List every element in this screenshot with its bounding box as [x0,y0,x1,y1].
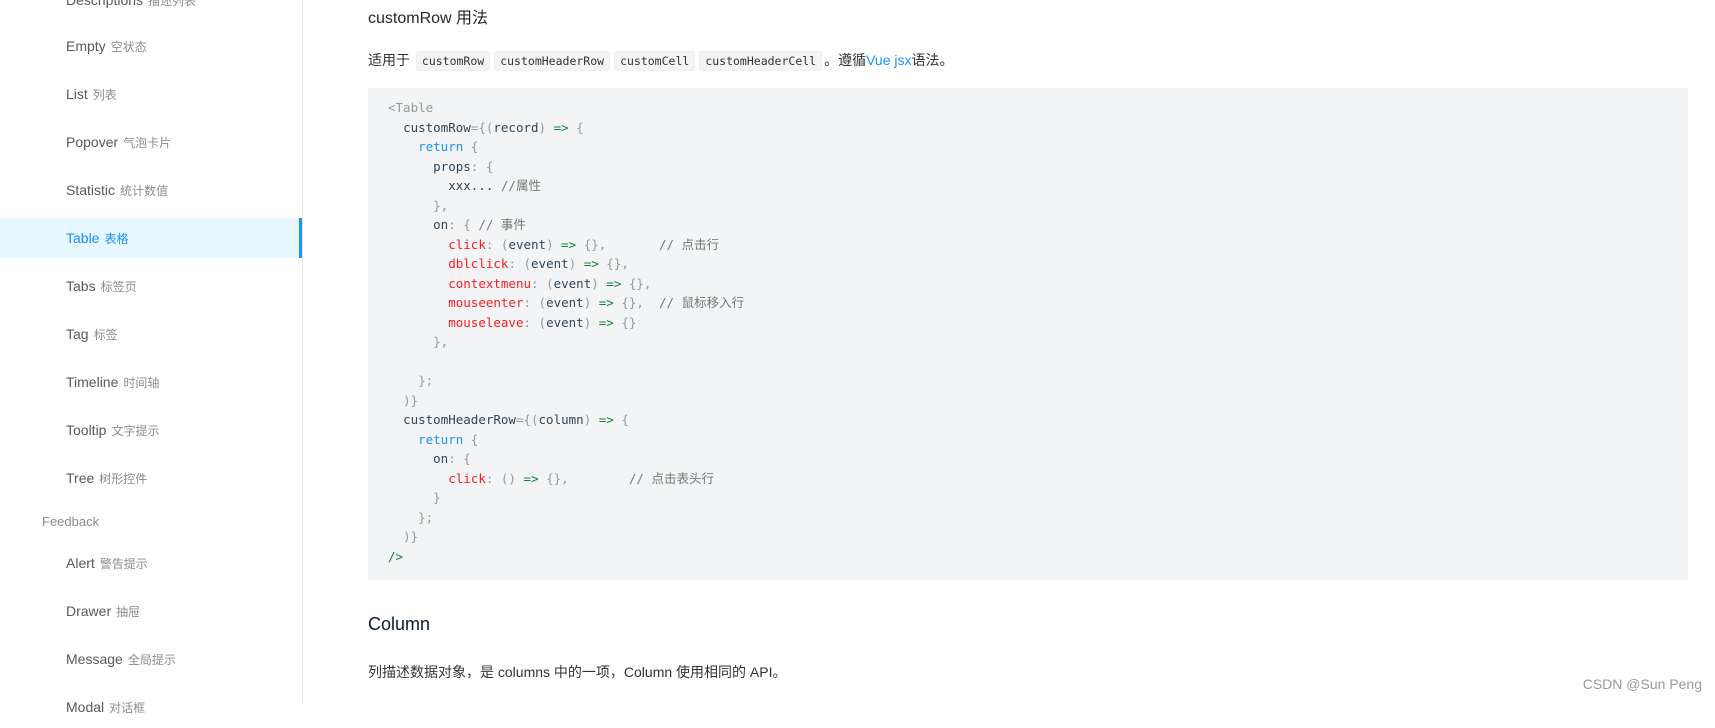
sidebar-item-tooltip[interactable]: Tooltip 文字提示 [0,410,302,450]
code-comment: //属性 [500,178,541,193]
code-token: props [433,158,471,174]
code-token: xxx... [448,178,494,193]
sidebar-item-sub: 统计数值 [120,184,169,198]
sidebar-item-label: Message [66,651,123,667]
code-token: on [433,217,449,232]
code-token: mouseenter [448,295,524,310]
inline-code: customHeaderCell [699,51,823,71]
sidebar-item-label: Tabs [66,278,96,294]
watermark: CSDN @Sun Peng [1582,676,1702,692]
code-token: mouseleave [448,314,524,330]
sidebar-item-label: Tag [66,326,89,342]
inline-code: customRow [415,51,491,71]
sidebar-item-sub: 空状态 [110,40,147,54]
sidebar-item-label: Drawer [66,603,112,619]
column-description: 列描述数据对象，是 columns 中的一项，Column 使用相同的 API。 [368,664,787,680]
code-token: /> [388,548,404,564]
vue-jsx-link[interactable]: Vue jsx [866,52,911,68]
sidebar-item-sub: 描述列表 [148,0,197,8]
sidebar-item-sub: 标签页 [100,280,137,294]
intro-mid: 。遵循 [824,52,867,68]
code-token: <Table [388,100,434,115]
section-title: customRow 用法 [368,10,489,27]
sidebar-item-sub: 全局提示 [127,653,176,667]
code-token: on [433,451,449,466]
sidebar-item-label: Statistic [66,182,116,198]
sidebar-item-popover[interactable]: Popover 气泡卡片 [0,122,302,162]
sidebar-item-message[interactable]: Message 全局提示 [0,639,302,679]
code-comment: // 事件 [478,217,526,232]
sidebar-item-sub: 对话框 [109,701,146,715]
sidebar-item-label: Descriptions [66,0,144,8]
sidebar-item-label: Timeline [66,374,119,390]
sidebar-item-alert[interactable]: Alert 警告提示 [0,543,302,583]
sidebar-item-label: Modal [66,699,105,715]
sidebar-item-label: Alert [66,555,95,571]
sidebar-item-label: Tree [66,470,95,486]
code-token: event [531,256,569,271]
code-token: click [448,236,486,252]
sidebar-item-tag[interactable]: Tag 标签 [0,314,302,354]
intro-suffix: 语法。 [911,52,954,68]
code-token: customRow [403,119,471,135]
sidebar-item-table[interactable]: Table 表格 [0,218,302,258]
sidebar-item-sub: 气泡卡片 [123,136,172,150]
sidebar-nav: Descriptions 描述列表 Empty 空状态 List 列表 Popover… [0,0,303,715]
inline-code: customHeaderRow [494,51,611,71]
sidebar-group-feedback: Feedback [42,514,100,529]
column-heading: Column [368,614,431,634]
code-token: customHeaderRow [403,412,516,427]
sidebar-item-sub: 抽屉 [116,605,141,619]
sidebar-item-sub: 树形控件 [99,472,148,486]
sidebar-item-label: List [66,86,88,102]
code-token: click [448,470,486,486]
code-block: <Table customRow={(record) => { return {… [368,88,1688,580]
inline-code: customCell [614,51,696,71]
sidebar-item-sub: 时间轴 [123,376,160,390]
code-token: column [538,412,584,427]
code-token: event [546,295,584,310]
intro-prefix: 适用于 [368,52,410,68]
code-token: record [493,119,539,135]
code-token: dblclick [448,256,509,271]
sidebar-item-empty[interactable]: Empty 空状态 [0,26,302,66]
sidebar-item-sub: 标签 [93,328,118,342]
sidebar-item-sub: 表格 [104,232,129,246]
sidebar-item-statistic[interactable]: Statistic 统计数值 [0,170,302,210]
sidebar-item-drawer[interactable]: Drawer 抽屉 [0,591,302,631]
code-token: event [546,314,584,330]
code-comment: // 点击行 [659,236,720,252]
code-token: event [508,236,547,252]
sidebar-item-descriptions[interactable]: Descriptions 描述列表 [0,0,302,20]
sidebar-item-tree[interactable]: Tree 树形控件 [0,458,302,498]
code-comment: // 点击表头行 [628,470,714,486]
code-comment: // 鼠标移入行 [659,295,745,310]
sidebar-item-label: Popover [66,134,119,150]
sidebar-item-list[interactable]: List 列表 [0,74,302,114]
sidebar-item-sub: 文字提示 [111,424,160,438]
code-token: contextmenu [448,275,532,291]
code-token: return [418,139,464,154]
sidebar-item-tabs[interactable]: Tabs 标签页 [0,266,302,306]
sidebar-item-sub: 警告提示 [99,557,148,571]
sidebar-item-modal[interactable]: Modal 对话框 [0,687,302,727]
code-token: event [553,275,592,291]
sidebar-item-label: Tooltip [66,422,107,438]
sidebar-item-sub: 列表 [92,88,117,102]
sidebar-item-timeline[interactable]: Timeline 时间轴 [0,362,302,402]
intro-paragraph: 适用于 customRow customHeaderRow customCell cu… [368,49,953,72]
sidebar-item-label: Table [66,230,100,246]
code-token: return [418,431,464,447]
sidebar-item-label: Empty [66,38,106,54]
